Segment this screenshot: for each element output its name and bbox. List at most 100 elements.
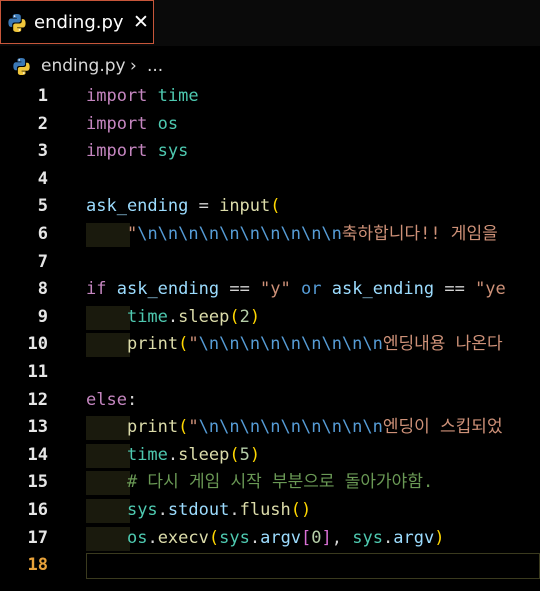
code-token: flush xyxy=(239,500,291,520)
code-text: os.execv(sys.argv[0], sys.argv) xyxy=(86,525,445,553)
code-token: # 다시 게임 시작 부분으로 돌아가야함. xyxy=(126,472,434,493)
python-icon xyxy=(8,14,26,32)
code-line[interactable]: 13 print("\n\n\n\n\n\n\n\n\n엔딩이 스킵되었 xyxy=(0,414,540,442)
code-token: execv xyxy=(157,527,209,548)
code-text: import time xyxy=(86,83,199,111)
code-token: ask_ending xyxy=(86,196,189,217)
code-token: == xyxy=(434,279,476,300)
line-number: 16 xyxy=(27,500,48,520)
code-line[interactable]: 3 import sys xyxy=(0,138,540,166)
code-line[interactable]: 6 "\n\n\n\n\n\n\n\n\n\n축하합니다!! 게임을 xyxy=(0,221,540,249)
code-token: = xyxy=(188,196,220,217)
line-number: 4 xyxy=(37,168,48,189)
code-token: or xyxy=(301,279,322,300)
tab-ending-py[interactable]: ending.py ✕ xyxy=(0,0,154,44)
code-token: 엔딩이 스킵되었 xyxy=(382,417,503,438)
line-number: 3 xyxy=(37,141,48,162)
code-token: else xyxy=(86,389,127,410)
code-token: import xyxy=(86,113,148,134)
code-token: if xyxy=(86,279,107,300)
code-token: "y" xyxy=(260,279,291,300)
line-number: 17 xyxy=(27,527,48,548)
code-token: ) xyxy=(249,306,261,327)
code-line[interactable]: 14 time.sleep(5) xyxy=(0,442,540,470)
code-line[interactable]: 15 # 다시 게임 시작 부분으로 돌아가야함. xyxy=(0,469,540,497)
code-token: time xyxy=(157,86,199,106)
code-token: == xyxy=(219,279,261,300)
code-token: , xyxy=(331,527,353,548)
line-number: 12 xyxy=(27,389,48,410)
line-number: 11 xyxy=(27,362,48,382)
code-token: sys xyxy=(157,141,189,162)
code-token: os xyxy=(157,113,179,134)
code-text: import sys xyxy=(86,138,188,166)
code-line[interactable]: 1 import time xyxy=(0,83,540,111)
code-token: " xyxy=(188,334,199,355)
code-line[interactable]: 17 os.execv(sys.argv[0], sys.argv) xyxy=(0,525,540,553)
line-number: 2 xyxy=(37,113,48,134)
chevron-right-icon: › xyxy=(130,56,137,76)
line-number: 18 xyxy=(27,555,48,576)
code-token: ( xyxy=(270,196,281,217)
code-token: . xyxy=(157,500,168,520)
code-token: time xyxy=(126,444,168,465)
breadcrumb-file[interactable]: ending.py xyxy=(41,56,126,76)
code-token: . xyxy=(167,306,179,327)
code-token: \n\n\n\n\n\n\n\n\n xyxy=(198,334,383,355)
code-line[interactable]: 12 else: xyxy=(0,387,540,415)
code-line[interactable]: 4 xyxy=(0,166,540,194)
code-token: ask_ending xyxy=(331,279,435,300)
code-token: ( xyxy=(178,334,189,355)
python-icon xyxy=(13,57,30,76)
code-line[interactable]: 9 time.sleep(2) xyxy=(0,304,540,332)
code-line[interactable]: 5 ask_ending = input( xyxy=(0,193,540,221)
code-line[interactable]: 16 sys.stdout.flush() xyxy=(0,497,540,525)
code-line[interactable]: 2 import os xyxy=(0,111,540,139)
close-icon[interactable]: ✕ xyxy=(131,11,151,33)
line-number: 6 xyxy=(37,224,48,244)
line-number: 10 xyxy=(27,334,48,355)
code-line[interactable]: 7 xyxy=(0,249,540,277)
code-token: . xyxy=(249,527,261,548)
code-text: time.sleep(2) xyxy=(86,304,260,332)
code-line[interactable]: 8 if ask_ending == "y" or ask_ending == "… xyxy=(0,276,540,304)
line-number: 1 xyxy=(37,86,48,106)
code-text: "\n\n\n\n\n\n\n\n\n\n축하합니다!! 게임을 xyxy=(86,221,498,249)
code-line[interactable]: 11 xyxy=(0,359,540,387)
code-token: time xyxy=(126,306,168,327)
code-token: print xyxy=(126,417,179,438)
code-token: ask_ending xyxy=(116,279,220,300)
code-token: : xyxy=(126,389,138,410)
code-token: . xyxy=(147,527,158,548)
code-token: sys xyxy=(352,527,383,548)
code-token: sys xyxy=(126,500,158,520)
code-line[interactable]: 18 xyxy=(0,552,540,580)
code-token: 축하합니다!! 게임을 xyxy=(341,224,498,244)
code-text: time.sleep(5) xyxy=(86,442,260,470)
code-token: . xyxy=(383,527,394,548)
code-token: . xyxy=(167,444,179,465)
code-token: argv xyxy=(393,527,435,548)
breadcrumb-more[interactable]: ... xyxy=(147,56,163,76)
code-editor[interactable]: 1 import time 2 import os 3 import sys 4 5 ask_e… xyxy=(0,83,540,591)
code-line[interactable]: 10 print("\n\n\n\n\n\n\n\n\n엔딩내용 나온다 xyxy=(0,331,540,359)
code-token: input xyxy=(219,196,271,217)
code-token: stdout xyxy=(167,500,230,520)
code-token: ( xyxy=(229,306,240,327)
code-token: sleep xyxy=(178,306,230,327)
code-text: # 다시 게임 시작 부분으로 돌아가야함. xyxy=(86,469,433,497)
code-text: else: xyxy=(86,387,137,415)
code-token: ( xyxy=(208,527,220,548)
tab-bar: ending.py ✕ xyxy=(0,0,540,46)
code-text: if ask_ending == "y" or ask_ending == "y… xyxy=(86,276,506,304)
